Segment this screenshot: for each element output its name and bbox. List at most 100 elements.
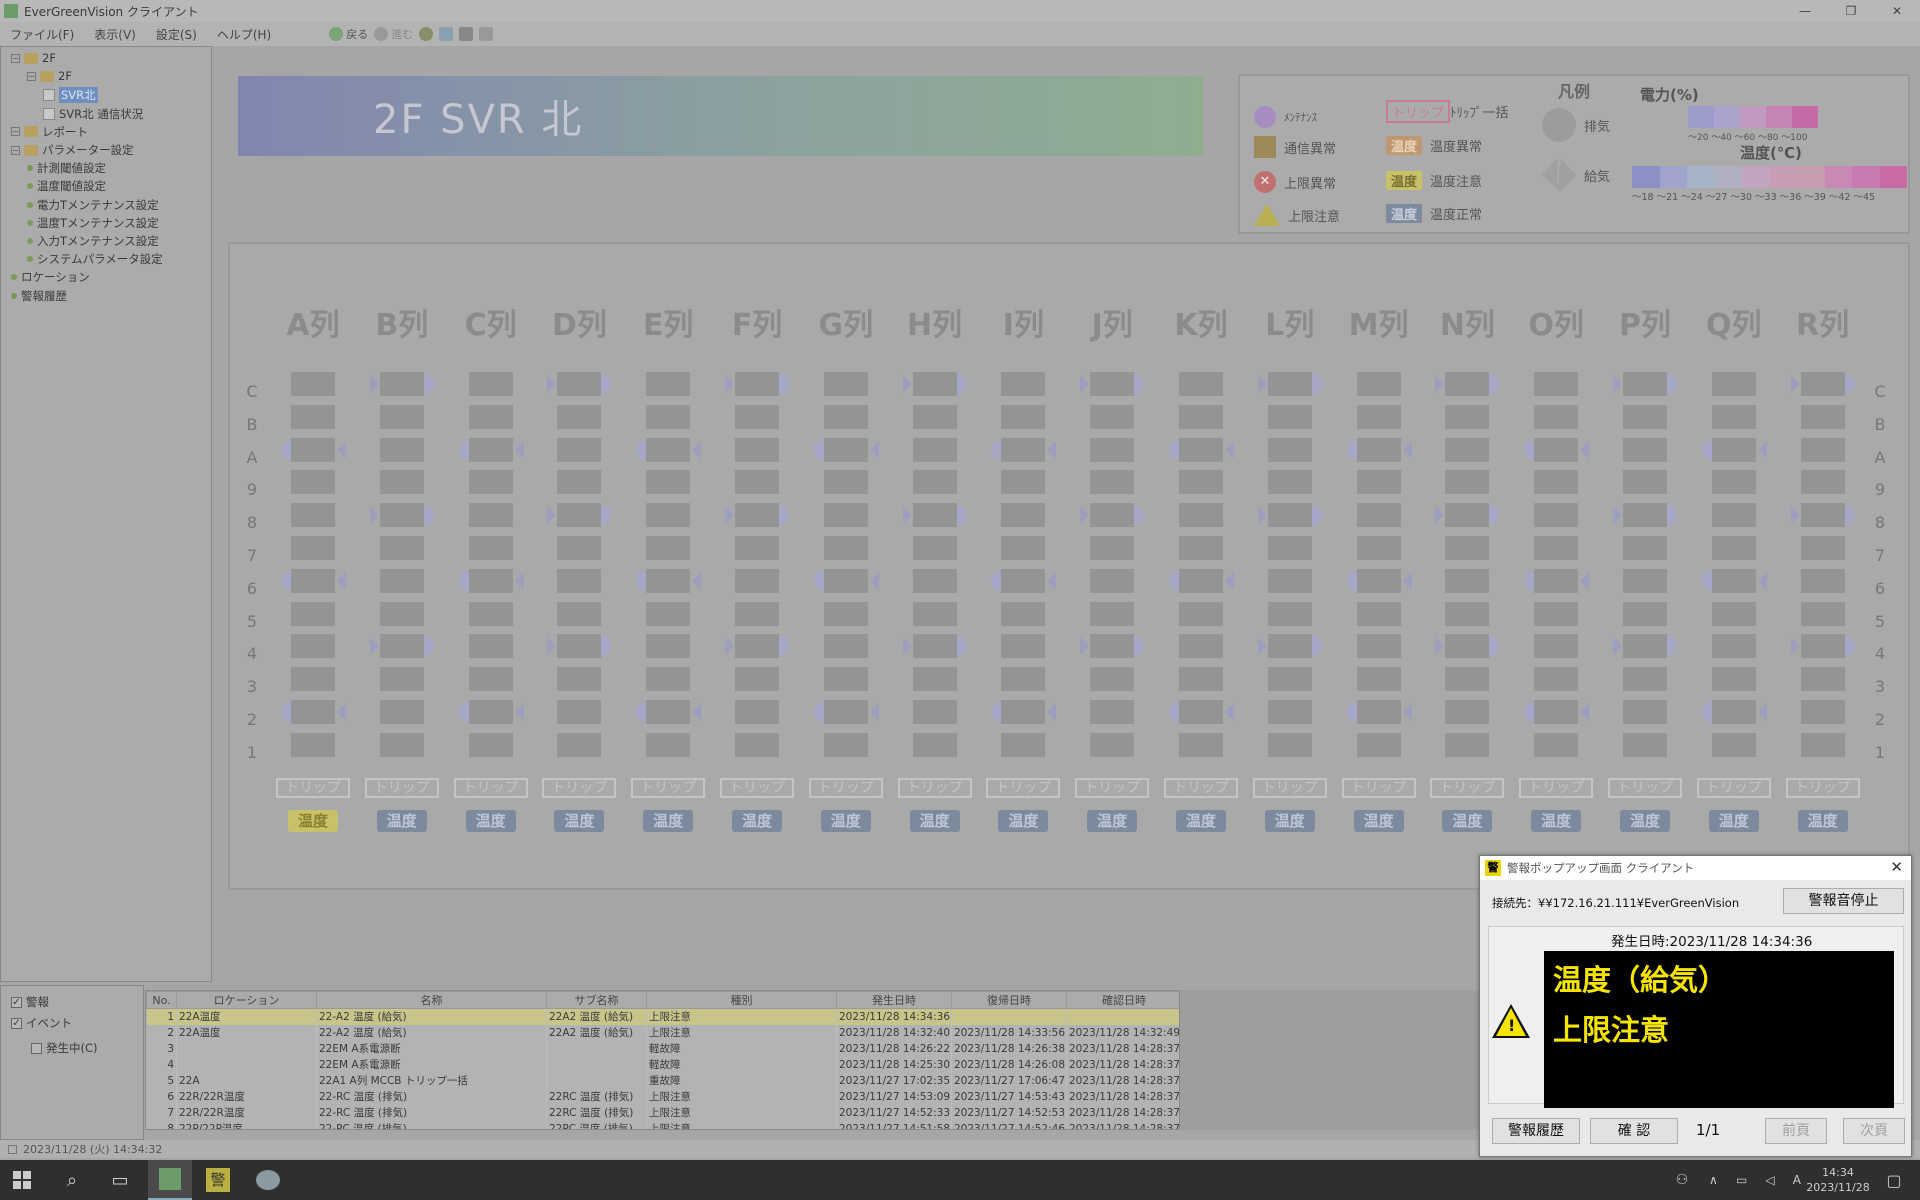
rack-cell[interactable] [291, 732, 335, 757]
rack-cell[interactable] [912, 372, 957, 396]
rack-cell[interactable] [379, 437, 424, 462]
stop-sound-button[interactable]: 警報音停止 [1783, 888, 1904, 914]
prev-page-button[interactable]: 前頁 [1765, 1118, 1827, 1144]
collapse-icon[interactable]: − [11, 145, 20, 155]
rack-cell[interactable] [646, 634, 691, 659]
rack-cell[interactable] [1001, 404, 1046, 429]
temp-indicator[interactable]: 温度 [643, 810, 694, 832]
log-row[interactable]: 3 22EM A系電源断 軽故障 2023/11/28 14:26:22 2023/11… [146, 1040, 1179, 1057]
event-checkbox[interactable]: ✓ [11, 1017, 22, 1029]
people-icon[interactable]: ⚇ [1660, 1160, 1704, 1200]
rack-cell[interactable] [468, 404, 513, 429]
rack-cell[interactable] [1800, 503, 1845, 528]
rack-cell[interactable] [557, 503, 602, 528]
rack-cell[interactable] [557, 601, 602, 626]
temp-indicator[interactable]: 温度 [1442, 810, 1493, 832]
tool-button[interactable] [479, 27, 494, 41]
tree-item[interactable]: SVR北 通信状況 [43, 106, 143, 122]
collapse-icon[interactable]: − [27, 71, 36, 81]
temp-indicator[interactable]: 温度 [1531, 810, 1582, 832]
log-row[interactable]: 2 22A温度 22-A2 温度 (給気) 22A2 温度 (給気) 上限注意 2023/… [146, 1024, 1179, 1041]
rack-cell[interactable] [1445, 700, 1490, 724]
rack-cell[interactable] [1356, 634, 1401, 659]
rack-cell[interactable] [1445, 568, 1490, 593]
rack-cell[interactable] [1090, 404, 1135, 429]
rack-cell[interactable] [1534, 634, 1579, 659]
rack-cell[interactable] [1623, 404, 1667, 429]
log-column-header[interactable]: 復帰日時 [951, 991, 1067, 1009]
menu-file[interactable]: ファイル(F) [0, 26, 84, 43]
rack-cell[interactable] [1090, 732, 1135, 757]
temp-indicator[interactable]: 温度 [820, 810, 871, 832]
rack-cell[interactable] [291, 372, 335, 396]
rack-cell[interactable] [1090, 437, 1135, 462]
trip-indicator[interactable]: トリップ [720, 778, 794, 798]
rack-cell[interactable] [823, 732, 868, 757]
maximize-button[interactable]: ❐ [1828, 0, 1874, 22]
rack-cell[interactable] [291, 404, 335, 429]
rack-cell[interactable] [1090, 700, 1135, 724]
rack-cell[interactable] [1356, 601, 1401, 626]
menu-help[interactable]: ヘルプ(H) [207, 26, 281, 43]
rack-cell[interactable] [912, 634, 957, 659]
rack-cell[interactable] [1800, 536, 1845, 560]
menu-settings[interactable]: 設定(S) [146, 26, 207, 43]
rack-cell[interactable] [1800, 568, 1845, 593]
rack-cell[interactable] [557, 634, 602, 659]
rack-cell[interactable] [646, 503, 691, 528]
temp-indicator[interactable]: 温度 [1620, 810, 1670, 832]
tree-item[interactable]: 入力Tメンテナンス設定 [27, 233, 159, 249]
rack-cell[interactable] [1356, 568, 1401, 593]
rack-cell[interactable] [1445, 372, 1490, 396]
rack-cell[interactable] [379, 732, 424, 757]
rack-cell[interactable] [1090, 503, 1135, 528]
rack-cell[interactable] [1623, 437, 1667, 462]
rack-cell[interactable] [735, 503, 779, 528]
rack-cell[interactable] [1711, 470, 1756, 495]
rack-cell[interactable] [291, 437, 335, 462]
rack-cell[interactable] [823, 667, 868, 692]
rack-cell[interactable] [379, 700, 424, 724]
rack-cell[interactable] [468, 470, 513, 495]
trip-indicator[interactable]: トリップ [276, 778, 350, 798]
rack-cell[interactable] [646, 437, 691, 462]
tree-item[interactable]: 電力Tメンテナンス設定 [27, 197, 159, 213]
rack-cell[interactable] [1179, 437, 1223, 462]
rack-cell[interactable] [468, 601, 513, 626]
rack-cell[interactable] [1179, 732, 1223, 757]
rack-cell[interactable] [1267, 470, 1312, 495]
rack-cell[interactable] [646, 568, 691, 593]
alarm-checkbox[interactable]: ✓ [11, 996, 22, 1008]
notification-icon[interactable]: ▢ [1872, 1160, 1916, 1200]
rack-cell[interactable] [468, 732, 513, 757]
rack-cell[interactable] [468, 634, 513, 659]
trip-indicator[interactable]: トリップ [364, 778, 439, 798]
rack-cell[interactable] [1179, 470, 1223, 495]
temp-indicator[interactable]: 温度 [1353, 810, 1404, 832]
rack-cell[interactable] [1356, 470, 1401, 495]
rack-cell[interactable] [735, 536, 779, 560]
rack-cell[interactable] [1534, 732, 1579, 757]
rack-cell[interactable] [291, 568, 335, 593]
rack-cell[interactable] [1179, 503, 1223, 528]
rack-cell[interactable] [1534, 568, 1579, 593]
rack-cell[interactable] [823, 536, 868, 560]
rack-cell[interactable] [823, 568, 868, 593]
rack-cell[interactable] [735, 601, 779, 626]
rack-cell[interactable] [1179, 667, 1223, 692]
temp-indicator[interactable]: 温度 [732, 810, 782, 832]
rack-cell[interactable] [468, 437, 513, 462]
rack-cell[interactable] [1534, 667, 1579, 692]
log-row[interactable]: 5 22A 22A1 A列 MCCB トリップ一括 重故障 2023/11/27 17:… [146, 1072, 1179, 1089]
rack-cell[interactable] [557, 700, 602, 724]
minimize-button[interactable]: — [1782, 0, 1828, 22]
rack-cell[interactable] [735, 732, 779, 757]
rack-cell[interactable] [1356, 700, 1401, 724]
rack-cell[interactable] [1534, 404, 1579, 429]
temp-indicator[interactable]: 温度 [909, 810, 960, 832]
rack-cell[interactable] [1623, 700, 1667, 724]
rack-cell[interactable] [1711, 372, 1756, 396]
rack-cell[interactable] [1267, 404, 1312, 429]
rack-cell[interactable] [735, 700, 779, 724]
occurring-checkbox[interactable] [31, 1042, 42, 1054]
